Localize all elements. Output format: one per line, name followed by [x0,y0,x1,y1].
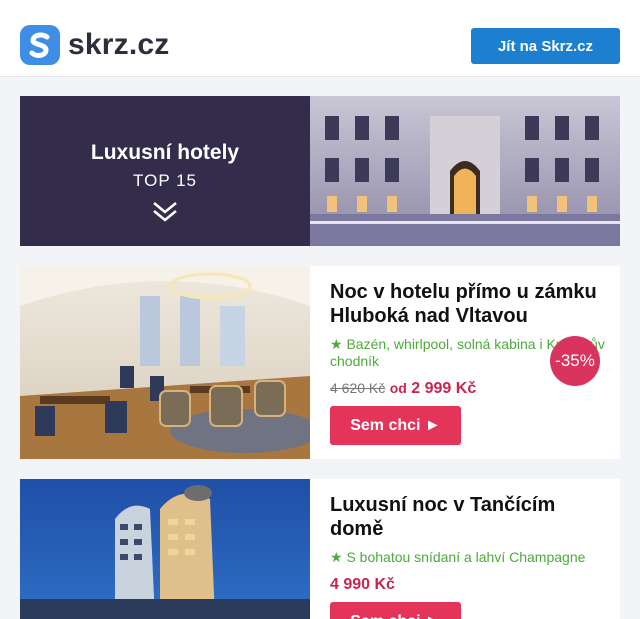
from-label: od [389,380,407,396]
hero-title: Luxusní hotely [90,141,240,164]
offer-title[interactable]: Luxusní noc v Tančícím domě [330,493,610,541]
old-price: 4 620 Kč [330,380,386,396]
hotel-facade-image [310,96,620,246]
dancing-house-image [20,479,310,619]
sem-chci-button[interactable]: Sem chci ► [330,602,461,619]
chevron-down-icon [153,202,177,222]
offer-card[interactable]: Noc v hotelu přímo u zámku Hluboká nad V… [20,266,620,459]
header: skrz.cz Jít na Skrz.cz [0,0,640,77]
hero-text-panel: Luxusní hotely TOP 15 [20,96,310,246]
offer-feature: ★ S bohatou snídaní a lahví Champagne [330,549,586,565]
offer-title[interactable]: Noc v hotelu přímo u zámku Hluboká nad V… [330,280,610,328]
hotel-restaurant-image [20,266,310,459]
hero-subtitle: TOP 15 [133,171,197,190]
sem-chci-button[interactable]: Sem chci ► [330,406,461,445]
skrz-logo[interactable]: skrz.cz [20,25,169,65]
skrz-logo-icon [20,25,60,65]
hero-banner[interactable]: Luxusní hotely TOP 15 [20,96,620,246]
go-to-skrz-button[interactable]: Jít na Skrz.cz [471,28,620,64]
price: 4 990 Kč [330,576,395,593]
price: 2 999 Kč [411,380,477,397]
offer-card[interactable]: Luxusní noc v Tančícím domě ★ S bohatou … [20,479,620,619]
offer-details: Luxusní noc v Tančícím domě ★ S bohatou … [330,493,610,619]
discount-badge: -35% [550,336,600,386]
brand-name: skrz.cz [68,28,170,61]
